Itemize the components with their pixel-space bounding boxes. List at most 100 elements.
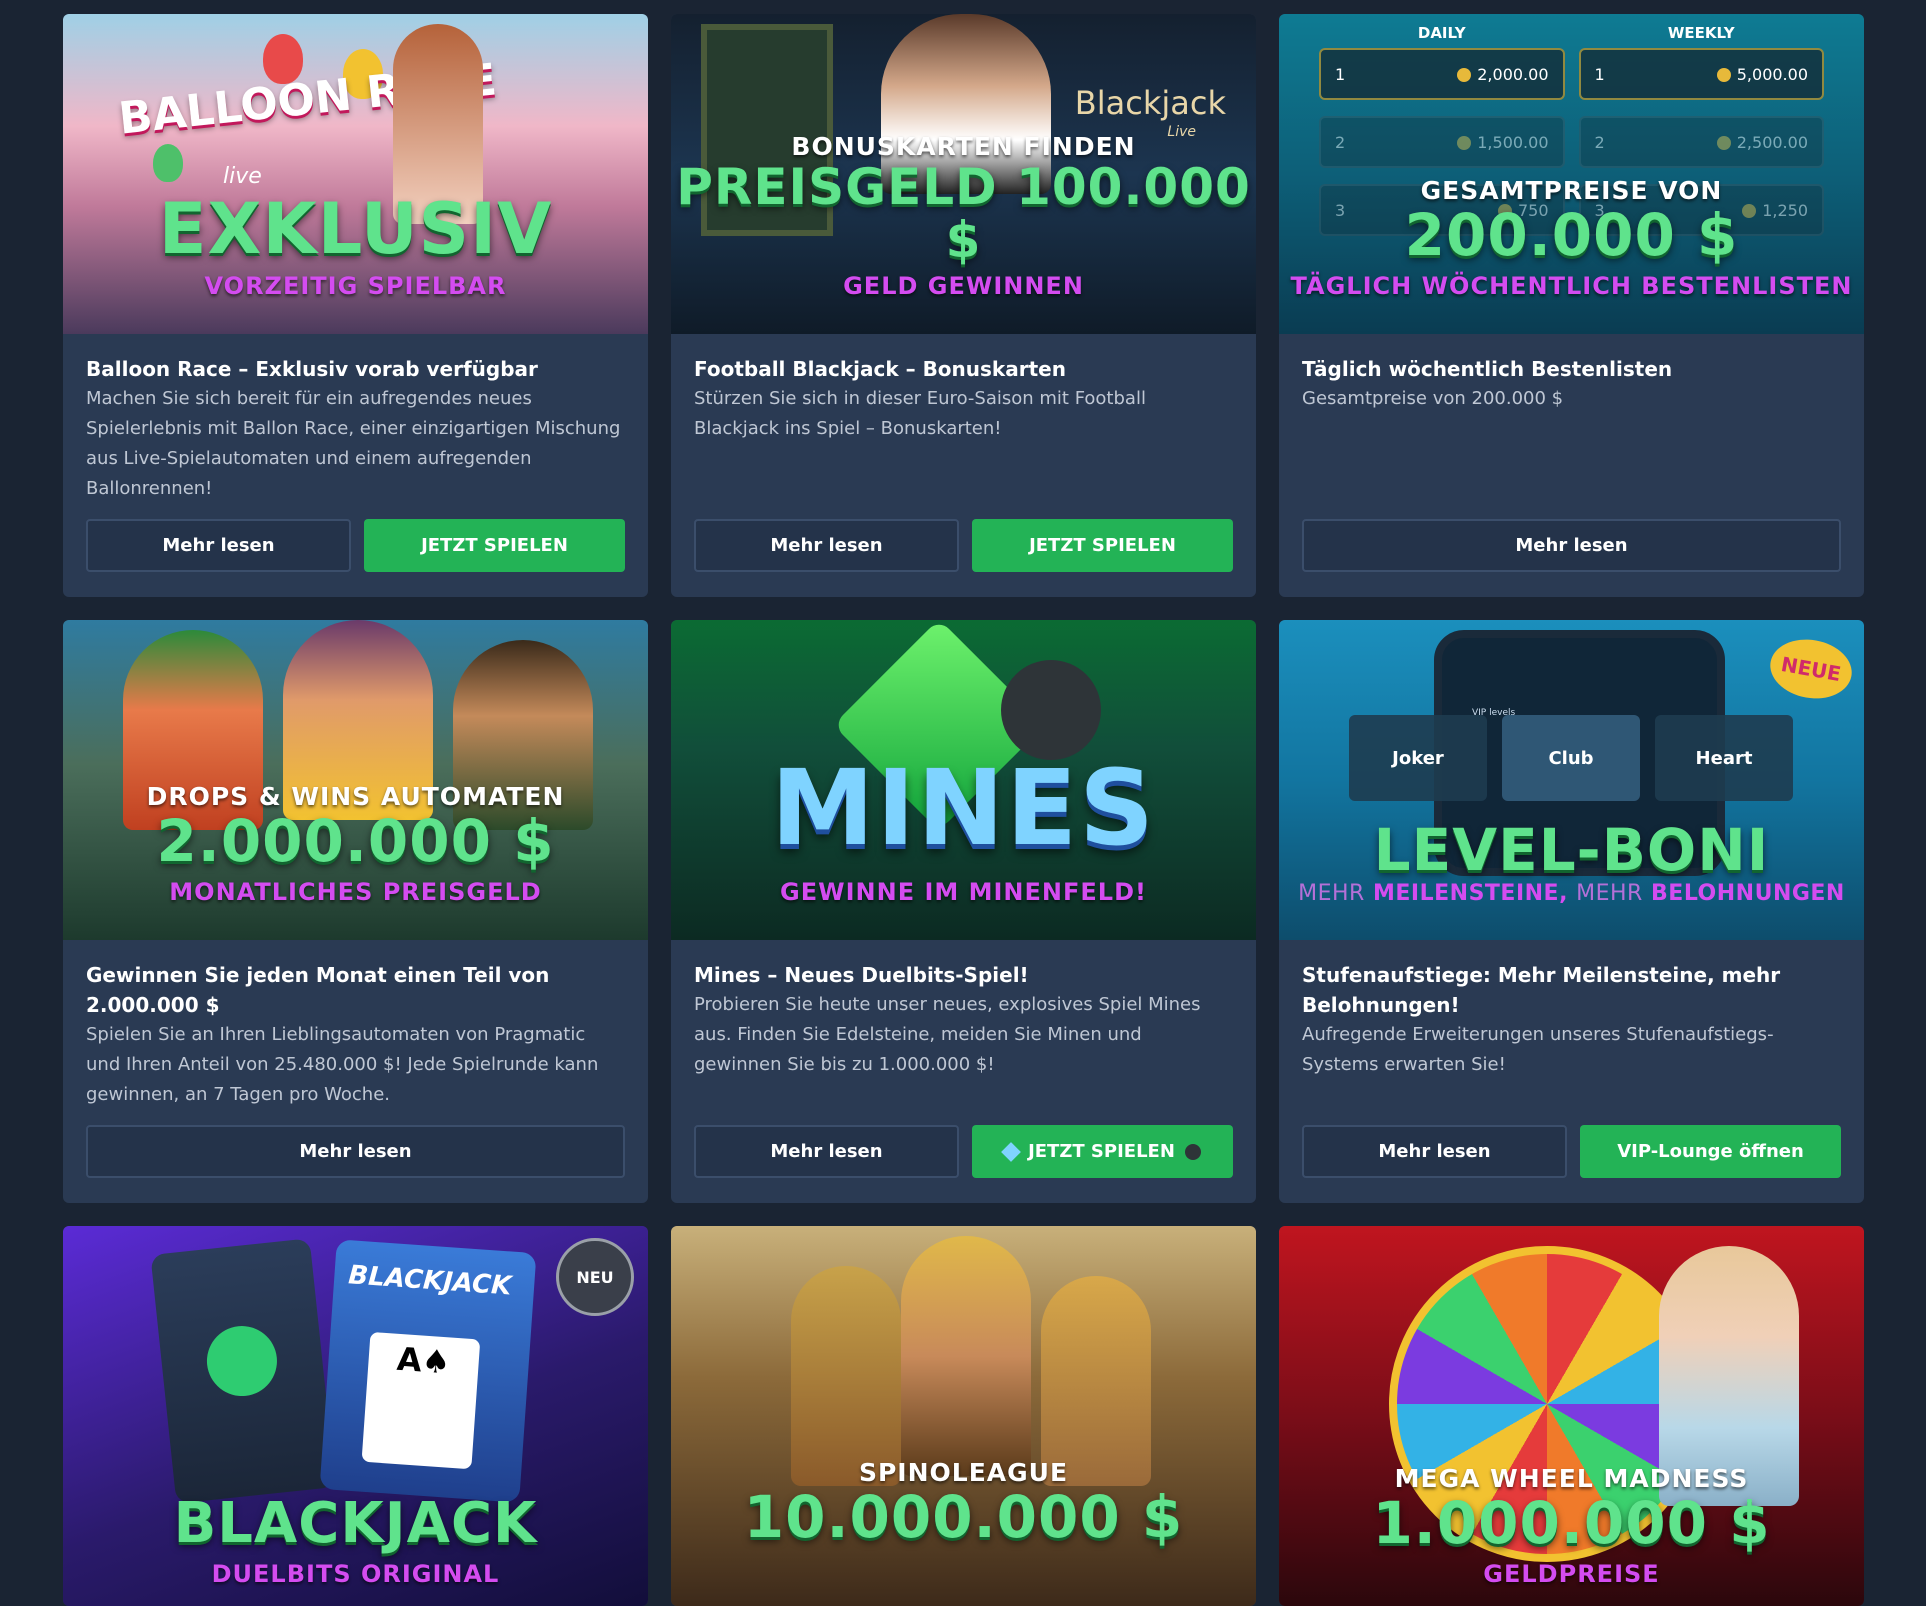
bomb-icon — [1184, 1143, 1201, 1160]
rank: 3 — [1335, 200, 1346, 220]
coin-icon — [1716, 135, 1731, 150]
read-more-button[interactable]: Mehr lesen — [694, 1125, 959, 1178]
play-now-label: JETZT SPIELEN — [1028, 1141, 1175, 1162]
promo-card-spinoleague: SPINOLEAGUE 10.000.000 $ — [671, 1226, 1256, 1606]
sub-word: MEHR — [1576, 881, 1643, 906]
read-more-button[interactable]: Mehr lesen — [86, 519, 351, 572]
gem-icon — [1001, 1141, 1021, 1162]
banner-headline: EXKLUSIV — [158, 187, 553, 270]
prize-amount: 2,000.00 — [1477, 64, 1549, 84]
banner-headline: 1.000.000 $ — [1372, 1489, 1771, 1558]
promo-card-balloon-race: BALLOON RACE live EXKLUSIV VORZEITIG SPI… — [63, 14, 648, 597]
promo-banner[interactable]: Blackjack Live BONUSKARTEN FINDEN PREISG… — [671, 14, 1256, 334]
blackjack-logo: Blackjack — [1074, 84, 1226, 122]
banner-subheadline: VORZEITIG SPIELBAR — [204, 272, 507, 300]
promo-card-level-boni: VIP levels Joker Club Heart NEUE LEVEL-B… — [1279, 620, 1864, 1203]
promo-description: Machen Sie sich bereit für ein aufregend… — [86, 388, 621, 499]
tier-label: Club — [1548, 747, 1594, 769]
card-label: BLACKJACK — [347, 1260, 513, 1302]
banner-headline: BLACKJACK — [173, 1491, 538, 1557]
promo-card-drops-wins: DROPS & WINS AUTOMATEN 2.000.000 $ MONAT… — [63, 620, 648, 1203]
tier-label: Joker — [1392, 747, 1444, 769]
banner-subheadline: DUELBITS ORIGINAL — [211, 1560, 500, 1588]
promo-card-mega-wheel: MEGA WHEEL MADNESS 1.000.000 $ GELDPREIS… — [1279, 1226, 1864, 1606]
banner-subheadline: GELDPREISE — [1483, 1560, 1660, 1588]
prize-amount: 5,000.00 — [1736, 64, 1808, 84]
promo-description: Spielen Sie an Ihren Lieblingsautomaten … — [86, 1024, 599, 1105]
banner-headline: PREISGELD 100.000 $ — [676, 158, 1251, 269]
banner-headline: 2.000.000 $ — [156, 807, 555, 876]
promo-banner[interactable]: BALLOON RACE live EXKLUSIV VORZEITIG SPI… — [63, 14, 648, 334]
sub-word: BELOHNUNGEN — [1651, 881, 1845, 906]
daily-label: DAILY — [1417, 24, 1466, 42]
rank: 1 — [1594, 64, 1605, 84]
balloon-icon — [153, 144, 183, 182]
open-vip-lounge-button[interactable]: VIP-Lounge öffnen — [1580, 1125, 1841, 1178]
promo-title: Mines – Neues Duelbits-Spiel! — [694, 963, 1029, 987]
banner-headline: 200.000 $ — [1404, 201, 1739, 270]
promo-description: Gesamtpreise von 200.000 $ — [1302, 388, 1564, 409]
promo-banner[interactable]: DAILY 1 2,000.00 2 1,500.00 3 750 WEEKLY 15… — [1279, 14, 1864, 334]
play-now-button[interactable]: JETZT SPIELEN — [972, 1125, 1233, 1178]
banner-superheadline: BONUSKARTEN FINDEN — [791, 132, 1136, 161]
read-more-button[interactable]: Mehr lesen — [1302, 1125, 1567, 1178]
goddess-character — [901, 1236, 1031, 1476]
vip-tier-joker: Joker — [1349, 715, 1487, 801]
play-now-button[interactable]: JETZT SPIELEN — [972, 519, 1233, 572]
promo-title: Täglich wöchentlich Bestenlisten — [1302, 357, 1673, 381]
live-label: Live — [1167, 124, 1196, 140]
promo-title: Football Blackjack – Bonuskarten — [694, 357, 1066, 381]
play-now-button[interactable]: JETZT SPIELEN — [364, 519, 625, 572]
prize-amount: 2,500.00 — [1736, 132, 1808, 152]
coin-icon — [1742, 203, 1757, 218]
vip-tier-club: Club — [1502, 715, 1640, 801]
new-badge: NEUE — [1765, 633, 1857, 705]
prize-amount: 1,500.00 — [1477, 132, 1549, 152]
warrior-character — [791, 1266, 901, 1486]
banner-subheadline: TÄGLICH WÖCHENTLICH BESTENLISTEN — [1290, 272, 1853, 300]
promo-description: Aufregende Erweiterungen unseres Stufena… — [1302, 1024, 1774, 1075]
blackjack-card: BLACKJACK A♠ — [319, 1239, 537, 1503]
promo-title: Stufenaufstiege: Mehr Meilensteine, mehr… — [1302, 963, 1781, 1017]
bomb-icon — [1001, 660, 1101, 760]
coin-icon — [1457, 135, 1472, 150]
banner-subheadline: GELD GEWINNEN — [843, 272, 1084, 300]
promo-card-blackjack-original: BLACKJACK A♠ NEU BLACKJACK DUELBITS ORIG… — [63, 1226, 648, 1606]
vip-tier-heart: Heart — [1655, 715, 1793, 801]
promo-banner[interactable]: MINES GEWINNE IM MINENFELD! — [671, 620, 1256, 940]
rank: 1 — [1335, 64, 1346, 84]
promo-banner[interactable]: MEGA WHEEL MADNESS 1.000.000 $ GELDPREIS… — [1279, 1226, 1864, 1606]
playing-card-ace-icon: A♠ — [361, 1331, 481, 1470]
read-more-button[interactable]: Mehr lesen — [1302, 519, 1841, 572]
duelbits-logo-icon — [203, 1322, 281, 1400]
coin-icon — [1457, 67, 1472, 82]
banner-subheadline: MONATLICHES PREISGELD — [169, 878, 542, 906]
hero-character — [1041, 1276, 1151, 1486]
promo-banner[interactable]: BLACKJACK A♠ NEU BLACKJACK DUELBITS ORIG… — [63, 1226, 648, 1606]
read-more-button[interactable]: Mehr lesen — [694, 519, 959, 572]
sub-word: MEILENSTEINE — [1373, 881, 1560, 906]
promo-banner[interactable]: DROPS & WINS AUTOMATEN 2.000.000 $ MONAT… — [63, 620, 648, 940]
banner-headline: 10.000.000 $ — [743, 1483, 1184, 1552]
banner-subheadline: MEHR MEILENSTEINE, MEHR BELOHNUNGEN — [1298, 881, 1845, 906]
weekly-label: WEEKLY — [1667, 24, 1735, 42]
read-more-button[interactable]: Mehr lesen — [86, 1125, 625, 1178]
promo-title: Gewinnen Sie jeden Monat einen Teil von … — [86, 963, 550, 1017]
promo-card-leaderboards: DAILY 1 2,000.00 2 1,500.00 3 750 WEEKLY 15… — [1279, 14, 1864, 597]
prize-amount: 1,250 — [1762, 200, 1808, 220]
promo-card-football-blackjack: Blackjack Live BONUSKARTEN FINDEN PREISG… — [671, 14, 1256, 597]
promo-banner[interactable]: SPINOLEAGUE 10.000.000 $ — [671, 1226, 1256, 1606]
promo-card-mines: MINES GEWINNE IM MINENFELD! Mines – Neue… — [671, 620, 1256, 1203]
new-badge: NEU — [556, 1238, 634, 1316]
banner-headline: MINES — [770, 747, 1157, 869]
promo-description: Stürzen Sie sich in dieser Euro-Saison m… — [694, 388, 1146, 439]
rank: 2 — [1594, 132, 1605, 152]
coin-icon — [1716, 67, 1731, 82]
promotions-grid: BALLOON RACE live EXKLUSIV VORZEITIG SPI… — [63, 14, 1864, 1606]
card-back — [150, 1238, 336, 1504]
promo-title: Balloon Race – Exklusiv vorab verfügbar — [86, 357, 538, 381]
banner-subheadline: GEWINNE IM MINENFELD! — [780, 878, 1147, 906]
live-label: live — [223, 164, 262, 189]
promo-banner[interactable]: VIP levels Joker Club Heart NEUE LEVEL-B… — [1279, 620, 1864, 940]
sub-word: MEHR — [1298, 881, 1365, 906]
